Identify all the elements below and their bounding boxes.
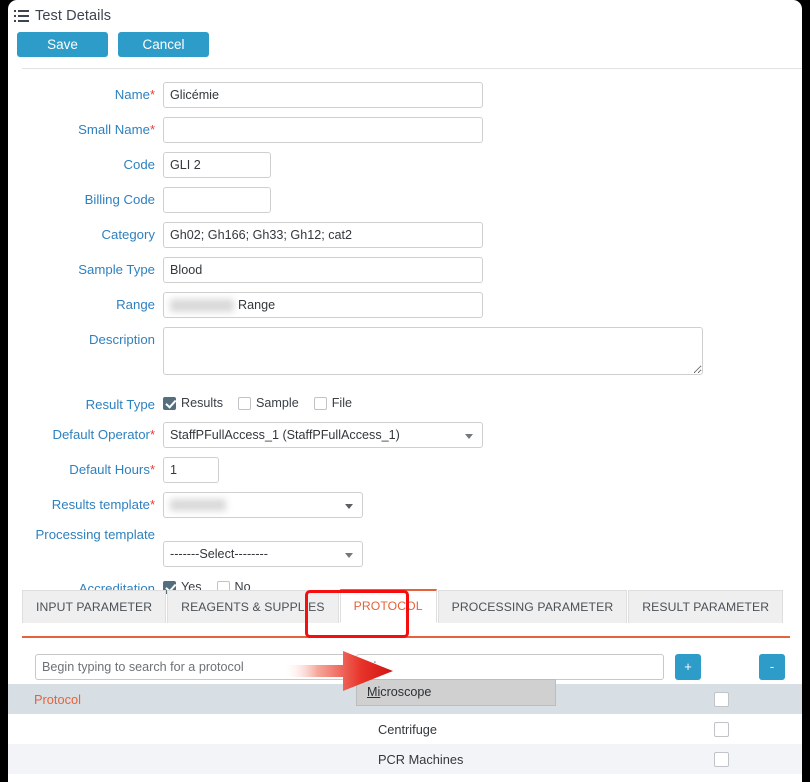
- tab-result-parameter[interactable]: RESULT PARAMETER: [628, 590, 784, 623]
- protocol-panel: + - Microscope Protocol Centrifuge: [8, 648, 802, 774]
- cancel-button[interactable]: Cancel: [118, 32, 209, 57]
- field-row-results-template: Results template*: [8, 492, 802, 518]
- tab-bar: INPUT PARAMETER REAGENTS & SUPPLIES PROT…: [8, 588, 802, 638]
- default-operator-select[interactable]: StaffPFullAccess_1 (StaffPFullAccess_1): [163, 422, 483, 448]
- table-row: PCR Machines: [8, 744, 802, 774]
- label-results-template: Results template*: [51, 497, 155, 512]
- label-range: Range: [116, 297, 155, 312]
- autocomplete-match-prefix: Mi: [367, 685, 381, 699]
- row-checkbox-1[interactable]: [714, 721, 729, 737]
- chevron-down-icon: [465, 434, 473, 439]
- field-row-category: Category: [8, 222, 802, 248]
- protocol-typed-input[interactable]: [356, 654, 664, 680]
- field-row-processing-template: Processing template -------Select-------…: [8, 527, 802, 567]
- code-input[interactable]: [163, 152, 271, 178]
- page-title: Test Details: [35, 8, 112, 24]
- screen-frame: Test Details Save Cancel Name* Small Nam…: [0, 0, 810, 782]
- chevron-down-icon: [345, 553, 353, 558]
- label-name: Name*: [114, 87, 155, 102]
- protocol-search-input[interactable]: [35, 654, 345, 680]
- results-template-select[interactable]: [163, 492, 363, 518]
- name-input[interactable]: [163, 82, 483, 108]
- category-input[interactable]: [163, 222, 483, 248]
- billing-code-input[interactable]: [163, 187, 271, 213]
- field-row-name: Name*: [8, 82, 802, 108]
- autocomplete-match-rest: croscope: [380, 685, 432, 699]
- tab-reagents-supplies[interactable]: REAGENTS & SUPPLIES: [167, 590, 339, 623]
- field-row-default-operator: Default Operator* StaffPFullAccess_1 (St…: [8, 422, 802, 448]
- tab-processing-parameter[interactable]: PROCESSING PARAMETER: [437, 590, 628, 623]
- label-code: Code: [123, 157, 155, 172]
- protocol-autocomplete-dropdown: Microscope: [356, 679, 556, 706]
- range-input[interactable]: Range: [163, 292, 483, 318]
- field-row-billing-code: Billing Code: [8, 187, 802, 213]
- default-hours-input[interactable]: [163, 457, 219, 483]
- required-marker: *: [149, 122, 155, 137]
- protocol-search-row: + - Microscope: [8, 648, 802, 706]
- row-checkbox-2[interactable]: [714, 751, 729, 767]
- row-checkbox-0[interactable]: [714, 691, 729, 707]
- default-operator-value: StaffPFullAccess_1 (StaffPFullAccess_1): [170, 428, 400, 442]
- result-type-sample-label: Sample: [256, 396, 299, 410]
- redacted-results-template-text: [170, 499, 226, 511]
- result-type-file[interactable]: File: [313, 396, 352, 410]
- required-marker: *: [149, 427, 155, 442]
- table-cell-checkbox: [714, 751, 802, 767]
- result-type-file-label: File: [331, 396, 352, 410]
- result-type-results-label: Results: [181, 396, 223, 410]
- label-default-operator: Default Operator*: [52, 427, 155, 442]
- field-row-default-hours: Default Hours*: [8, 457, 802, 483]
- sample-type-input[interactable]: [163, 257, 483, 283]
- table-cell-value: Centrifuge: [378, 721, 438, 737]
- field-row-code: Code: [8, 152, 802, 178]
- label-category: Category: [101, 227, 155, 242]
- required-marker: *: [149, 87, 155, 102]
- result-type-group: Results Sample File: [163, 392, 802, 410]
- redacted-range-text: [170, 298, 234, 312]
- test-details-form: Name* Small Name* Code Billing Code Cate…: [8, 82, 802, 606]
- tab-input-parameter[interactable]: INPUT PARAMETER: [22, 590, 167, 623]
- result-type-results[interactable]: Results: [163, 396, 223, 410]
- checkbox-results[interactable]: [163, 396, 176, 410]
- protocol-column-header: Protocol: [34, 691, 81, 707]
- table-row: Centrifuge: [8, 714, 802, 744]
- list-icon: [14, 9, 29, 23]
- processing-template-value: -------Select--------: [170, 547, 268, 561]
- table-cell-checkbox: [714, 721, 802, 737]
- label-result-type: Result Type: [85, 397, 155, 412]
- range-value: Range: [238, 298, 276, 312]
- save-button[interactable]: Save: [17, 32, 108, 57]
- label-sample-type: Sample Type: [78, 262, 155, 277]
- autocomplete-item-microscope[interactable]: Microscope: [357, 680, 555, 705]
- remove-protocol-button[interactable]: -: [759, 654, 785, 680]
- table-cell-value: PCR Machines: [378, 751, 464, 767]
- toolbar: Save Cancel: [17, 32, 209, 57]
- label-small-name: Small Name*: [78, 122, 155, 137]
- field-row-small-name: Small Name*: [8, 117, 802, 143]
- label-billing-code: Billing Code: [84, 192, 155, 207]
- field-row-description: Description: [8, 327, 802, 380]
- toolbar-divider: [22, 68, 802, 69]
- processing-template-select[interactable]: -------Select--------: [163, 541, 363, 567]
- label-default-hours: Default Hours*: [69, 462, 155, 477]
- table-cell-checkbox: [714, 691, 802, 707]
- test-details-card: Test Details Save Cancel Name* Small Nam…: [8, 0, 802, 782]
- required-marker: *: [149, 462, 155, 477]
- label-description: Description: [89, 332, 155, 347]
- checkbox-sample[interactable]: [238, 396, 251, 410]
- label-processing-template: Processing template: [35, 527, 155, 542]
- chevron-down-icon: [345, 504, 353, 509]
- field-row-result-type: Result Type Results Sample File: [8, 392, 802, 413]
- field-row-range: Range Range: [8, 292, 802, 318]
- checkbox-file[interactable]: [313, 396, 327, 410]
- description-textarea[interactable]: [163, 327, 703, 375]
- required-marker: *: [149, 497, 155, 512]
- add-protocol-button[interactable]: +: [675, 654, 701, 680]
- tab-underline: [22, 636, 790, 638]
- field-row-sample-type: Sample Type: [8, 257, 802, 283]
- tab-protocol[interactable]: PROTOCOL: [339, 589, 437, 623]
- small-name-input[interactable]: [163, 117, 483, 143]
- page-header: Test Details: [8, 4, 802, 28]
- result-type-sample[interactable]: Sample: [238, 396, 299, 410]
